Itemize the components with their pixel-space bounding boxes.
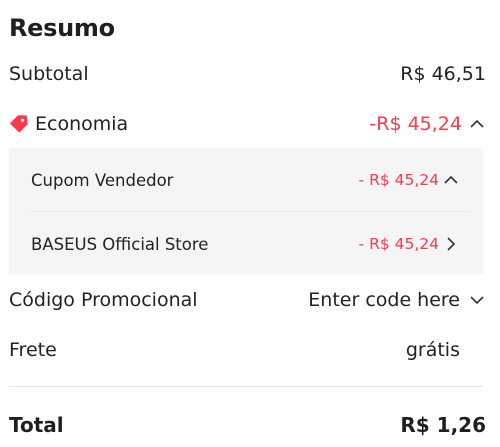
shipping-row: Frete grátis: [9, 335, 460, 365]
promo-code-input[interactable]: Enter code here: [308, 289, 460, 311]
savings-breakdown-panel: Cupom Vendedor - R$ 45,24 BASEUS Officia…: [9, 148, 483, 274]
savings-value: -R$ 45,24: [369, 113, 462, 135]
subtotal-label: Subtotal: [9, 63, 89, 85]
breakdown-label: Cupom Vendedor: [31, 170, 174, 190]
savings-label: Economia: [35, 113, 129, 135]
summary-title: Resumo: [9, 14, 115, 42]
breakdown-item-coupon[interactable]: Cupom Vendedor - R$ 45,24: [31, 165, 460, 195]
total-value: R$ 1,26: [400, 413, 486, 437]
shipping-label: Frete: [9, 339, 57, 361]
subtotal-value: R$ 46,51: [400, 63, 486, 85]
breakdown-label: BASEUS Official Store: [31, 234, 209, 254]
breakdown-item-store[interactable]: BASEUS Official Store - R$ 45,24: [31, 229, 460, 259]
breakdown-value: - R$ 45,24: [358, 235, 439, 253]
promo-code-row[interactable]: Código Promocional Enter code here: [9, 285, 486, 315]
shipping-value: grátis: [405, 339, 460, 361]
total-label: Total: [9, 413, 64, 437]
total-row: Total R$ 1,26: [9, 410, 486, 440]
breakdown-divider: [31, 211, 470, 212]
chevron-right-icon[interactable]: [442, 235, 460, 253]
breakdown-value: - R$ 45,24: [358, 171, 439, 189]
subtotal-row: Subtotal R$ 46,51: [9, 59, 486, 89]
promo-code-label: Código Promocional: [9, 289, 198, 311]
chevron-up-icon[interactable]: [442, 171, 460, 189]
total-divider: [9, 386, 483, 387]
chevron-up-icon[interactable]: [468, 115, 486, 133]
tag-icon: [9, 114, 29, 134]
chevron-down-icon[interactable]: [468, 291, 486, 309]
savings-row[interactable]: Economia -R$ 45,24: [9, 109, 486, 139]
